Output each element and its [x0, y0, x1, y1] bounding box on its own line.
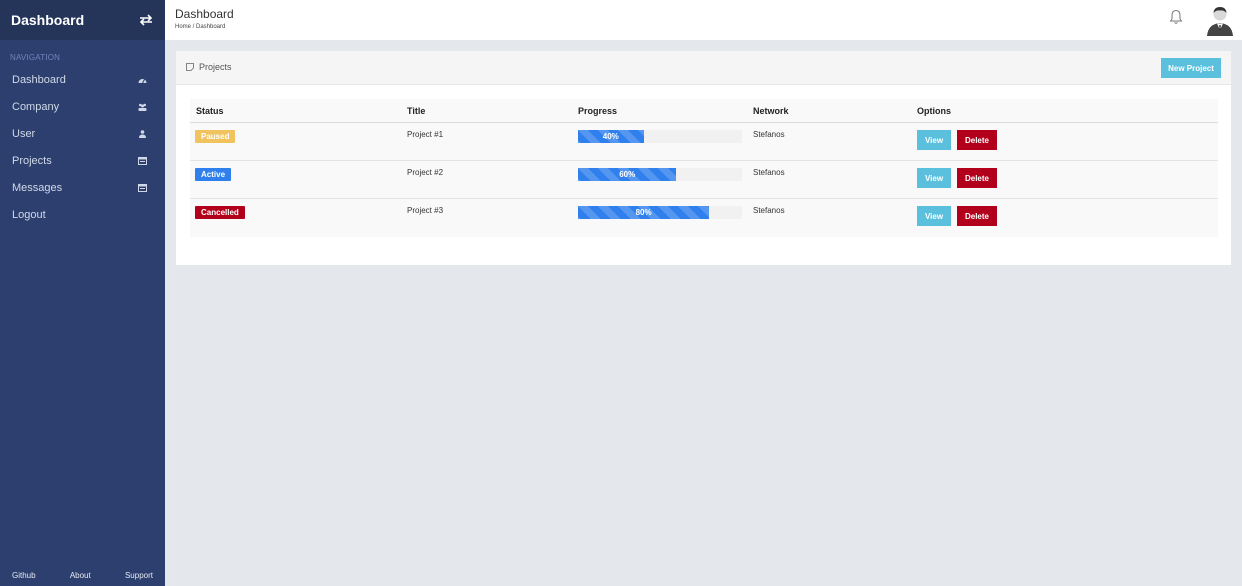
- table-header: Status Title Progress Network Options: [190, 99, 1218, 123]
- network-name: Stefanos: [753, 206, 785, 215]
- top-header: Dashboard Home / Dashboard: [165, 0, 1242, 40]
- column-header-progress: Progress: [578, 106, 618, 116]
- network-name: Stefanos: [753, 168, 785, 177]
- progress-bar: 40%: [578, 130, 644, 143]
- avatar[interactable]: [1204, 4, 1236, 36]
- column-header-options: Options: [917, 106, 951, 116]
- projects-card: Projects New Project Status Title Progre…: [176, 51, 1231, 265]
- dashboard-icon: [138, 78, 147, 83]
- sidebar-item-label: Dashboard: [12, 73, 66, 86]
- sidebar-item-label: Messages: [12, 181, 63, 194]
- card-title: Projects: [186, 62, 232, 72]
- project-title: Project #2: [407, 168, 444, 177]
- breadcrumb[interactable]: Home / Dashboard: [175, 24, 225, 30]
- progress-bar: 80%: [578, 206, 710, 219]
- message-icon: [138, 183, 147, 192]
- sidebar-item-dashboard[interactable]: Dashboard: [0, 66, 165, 93]
- new-project-button[interactable]: New Project: [1161, 58, 1221, 78]
- delete-button[interactable]: Delete: [957, 130, 997, 150]
- bell-icon[interactable]: [1169, 9, 1183, 25]
- users-icon: [138, 103, 147, 111]
- progress-track: 80%: [578, 206, 742, 219]
- status-badge: Active: [195, 168, 232, 181]
- table-row: Paused Project #1 40% Stefanos View Dele…: [190, 123, 1218, 161]
- delete-button[interactable]: Delete: [957, 206, 997, 226]
- view-button[interactable]: View: [917, 130, 951, 150]
- brand-title[interactable]: Dashboard: [11, 12, 84, 28]
- table-row: Cancelled Project #3 80% Stefanos View D…: [190, 199, 1218, 237]
- column-header-status: Status: [196, 106, 224, 116]
- nav-heading: NAVIGATION: [10, 53, 61, 62]
- column-header-title: Title: [407, 106, 426, 116]
- sidebar-item-messages[interactable]: Messages: [0, 174, 165, 201]
- card-header: Projects New Project: [176, 51, 1231, 85]
- column-header-network: Network: [753, 106, 789, 116]
- view-button[interactable]: View: [917, 206, 951, 226]
- sidebar-footer: Github About Support: [0, 571, 165, 580]
- sidebar-item-label: User: [12, 127, 36, 140]
- project-title: Project #1: [407, 130, 444, 139]
- footer-link-github[interactable]: Github: [12, 571, 36, 580]
- note-icon: [186, 63, 194, 71]
- table-row: Active Project #2 60% Stefanos View Dele…: [190, 161, 1218, 199]
- status-badge: Cancelled: [195, 206, 245, 219]
- progress-track: 60%: [578, 168, 742, 181]
- swap-arrows-icon[interactable]: [139, 14, 153, 26]
- sidebar-item-label: Projects: [12, 154, 52, 167]
- projects-table: Status Title Progress Network Options Pa…: [190, 99, 1218, 237]
- status-badge: Paused: [195, 130, 236, 143]
- progress-track: 40%: [578, 130, 742, 143]
- footer-link-support[interactable]: Support: [125, 571, 153, 580]
- project-title: Project #3: [407, 206, 444, 215]
- card-title-label: Projects: [199, 62, 232, 72]
- sidebar-item-label: Logout: [12, 208, 46, 221]
- progress-bar: 60%: [578, 168, 677, 181]
- page-title: Dashboard: [175, 7, 234, 21]
- user-icon: [139, 129, 146, 138]
- sidebar-item-label: Company: [12, 100, 60, 113]
- sidebar: Dashboard NAVIGATION Dashboard Company U…: [0, 0, 165, 586]
- sidebar-item-user[interactable]: User: [0, 120, 165, 147]
- sidebar-brand: Dashboard: [0, 0, 165, 40]
- footer-link-about[interactable]: About: [70, 571, 91, 580]
- sidebar-item-projects[interactable]: Projects: [0, 147, 165, 174]
- delete-button[interactable]: Delete: [957, 168, 997, 188]
- view-button[interactable]: View: [917, 168, 951, 188]
- network-name: Stefanos: [753, 130, 785, 139]
- sidebar-item-company[interactable]: Company: [0, 93, 165, 120]
- sidebar-item-logout[interactable]: Logout: [0, 201, 165, 228]
- list-icon: [138, 156, 147, 165]
